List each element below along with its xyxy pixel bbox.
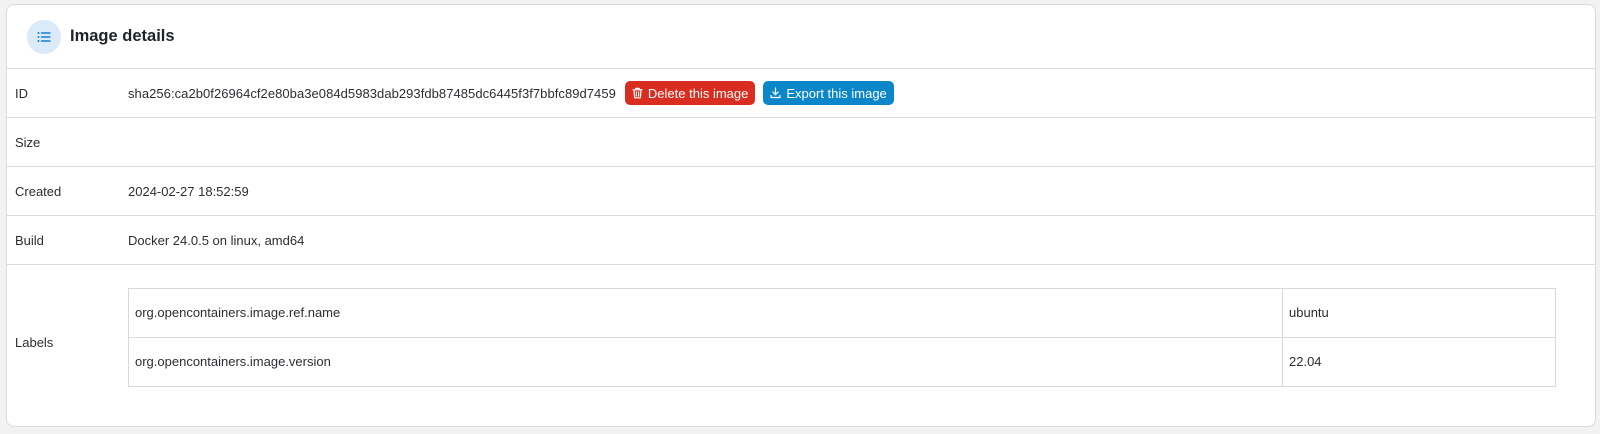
- detail-row-created: Created 2024-02-27 18:52:59: [7, 167, 1595, 216]
- id-value-cell: sha256:ca2b0f26964cf2e80ba3e084d5983dab2…: [128, 81, 902, 105]
- image-details-card: Image details ID sha256:ca2b0f26964cf2e8…: [6, 4, 1596, 427]
- download-icon: [770, 87, 781, 99]
- card-title: Image details: [70, 27, 175, 45]
- size-label: Size: [15, 134, 41, 150]
- detail-row-size: Size: [7, 118, 1595, 167]
- label-key: org.opencontainers.image.version: [128, 336, 1283, 387]
- created-value: 2024-02-27 18:52:59: [128, 183, 249, 199]
- export-image-label: Export this image: [786, 85, 887, 101]
- image-id-value: sha256:ca2b0f26964cf2e80ba3e084d5983dab2…: [128, 85, 616, 101]
- label-key: org.opencontainers.image.ref.name: [128, 287, 1283, 338]
- detail-row-build: Build Docker 24.0.5 on linux, amd64: [7, 216, 1595, 265]
- build-label: Build: [15, 232, 44, 248]
- export-image-button[interactable]: Export this image: [763, 81, 894, 105]
- labels-label: Labels: [15, 334, 54, 350]
- list-icon: [27, 19, 61, 54]
- card-header: Image details: [7, 5, 1595, 69]
- detail-row-labels: Labels org.opencontainers.image.ref.name…: [7, 265, 1595, 419]
- delete-image-label: Delete this image: [647, 85, 749, 101]
- delete-image-button[interactable]: Delete this image: [624, 81, 756, 105]
- label-value: ubuntu: [1282, 287, 1556, 338]
- table-row: org.opencontainers.image.version 22.04: [128, 336, 1556, 387]
- build-value: Docker 24.0.5 on linux, amd64: [128, 232, 305, 248]
- id-label: ID: [15, 85, 28, 101]
- table-row: org.opencontainers.image.ref.name ubuntu: [128, 287, 1556, 338]
- labels-table: org.opencontainers.image.ref.name ubuntu…: [128, 287, 1556, 387]
- labels-table-wrap: org.opencontainers.image.ref.name ubuntu…: [128, 287, 1556, 387]
- detail-row-id: ID sha256:ca2b0f26964cf2e80ba3e084d5983d…: [7, 69, 1595, 118]
- created-label: Created: [15, 183, 62, 199]
- label-value: 22.04: [1282, 336, 1556, 387]
- trash-icon: [632, 87, 643, 99]
